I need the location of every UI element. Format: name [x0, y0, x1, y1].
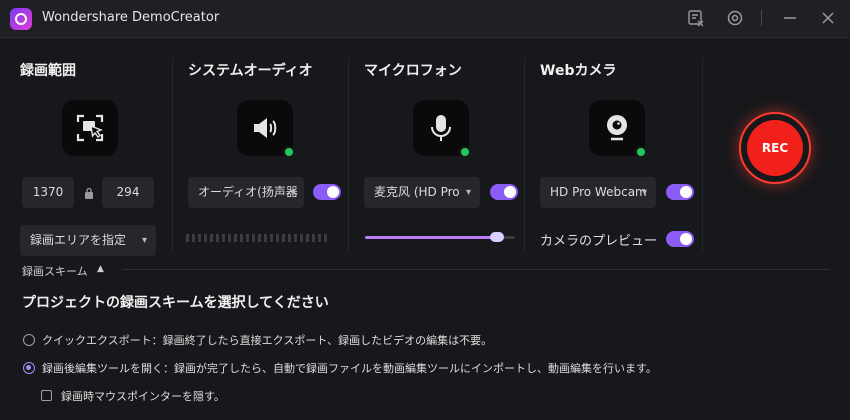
region-mode-dropdown[interactable]: 録画エリアを指定 ▾	[20, 225, 156, 256]
open-editor-radio[interactable]	[23, 362, 35, 374]
title-bar: Wondershare DemoCreator	[0, 0, 850, 38]
system-audio-panel-title: システムオーディオ	[188, 63, 313, 79]
webcam-icon[interactable]	[589, 100, 647, 158]
region-panel-title: 録画範囲	[20, 63, 76, 79]
height-input[interactable]: 294	[102, 177, 154, 208]
minimize-icon[interactable]	[780, 8, 800, 28]
settings-gear-icon[interactable]	[725, 8, 745, 28]
microphone-device-dropdown[interactable]: 麦克风 (HD Pro ▾	[364, 177, 480, 208]
hide-pointer-checkbox[interactable]	[41, 390, 52, 401]
panel-divider	[702, 58, 703, 253]
open-editor-option-label[interactable]: 録画後編集ツールを開く：録画が完了したら、自動で録画ファイルを動画編集ツールにイ…	[42, 360, 657, 376]
camera-preview-label: カメラのプレビュー	[540, 234, 658, 249]
microphone-volume-handle[interactable]	[490, 232, 504, 242]
scheme-section-label: 録画スキーム	[22, 265, 88, 278]
system-audio-device-dropdown[interactable]: オーディオ(扬声器 ▾	[188, 177, 304, 208]
camera-preview-toggle[interactable]	[666, 231, 694, 247]
webcam-panel-title: Webカメラ	[540, 63, 617, 79]
titlebar-separator	[761, 10, 762, 26]
section-divider	[122, 269, 830, 270]
webcam-device-dropdown[interactable]: HD Pro Webcam ▾	[540, 177, 656, 208]
feedback-icon[interactable]	[686, 8, 706, 28]
scheme-heading: プロジェクトの録画スキームを選択してください	[22, 295, 329, 311]
panel-divider	[348, 58, 349, 253]
chevron-down-icon: ▾	[289, 187, 295, 198]
close-icon[interactable]	[818, 8, 838, 28]
chevron-down-icon: ▾	[641, 187, 647, 198]
webcam-device-label: HD Pro Webcam	[550, 185, 647, 199]
quick-export-radio[interactable]	[23, 334, 35, 346]
microphone-volume-slider[interactable]	[365, 232, 515, 242]
panel-divider	[524, 58, 525, 253]
collapse-caret-icon[interactable]: ▲	[97, 264, 104, 274]
enabled-check-icon	[635, 146, 647, 158]
region-mode-label: 録画エリアを指定	[30, 233, 127, 247]
panel-divider	[172, 58, 173, 253]
app-title: Wondershare DemoCreator	[42, 10, 220, 25]
aspect-lock-icon[interactable]	[84, 185, 94, 204]
system-audio-toggle[interactable]	[313, 184, 341, 200]
app-logo	[10, 8, 32, 30]
chevron-down-icon: ▾	[465, 187, 471, 198]
webcam-toggle[interactable]	[666, 184, 694, 200]
enabled-check-icon	[459, 146, 471, 158]
microphone-volume-fill	[365, 236, 497, 239]
microphone-toggle[interactable]	[490, 184, 518, 200]
screen-select-icon[interactable]	[62, 100, 118, 156]
record-button-label: REC	[747, 120, 803, 176]
enabled-check-icon	[283, 146, 295, 158]
system-audio-device-label: オーディオ(扬声器	[198, 185, 298, 199]
width-input[interactable]: 1370	[22, 177, 74, 208]
quick-export-option-label[interactable]: クイックエクスポート：録画終了したら直接エクスポート、録画したビデオの編集は不要…	[42, 332, 492, 348]
chevron-down-icon: ▾	[141, 235, 147, 246]
record-button[interactable]: REC	[739, 112, 811, 184]
microphone-device-label: 麦克风 (HD Pro	[374, 185, 460, 199]
hide-pointer-label[interactable]: 録画時マウスポインターを隠す。	[61, 388, 225, 404]
microphone-panel-title: マイクロフォン	[364, 63, 462, 79]
system-audio-level-meter	[186, 234, 327, 242]
speaker-icon[interactable]	[237, 100, 295, 158]
microphone-icon[interactable]	[413, 100, 471, 158]
